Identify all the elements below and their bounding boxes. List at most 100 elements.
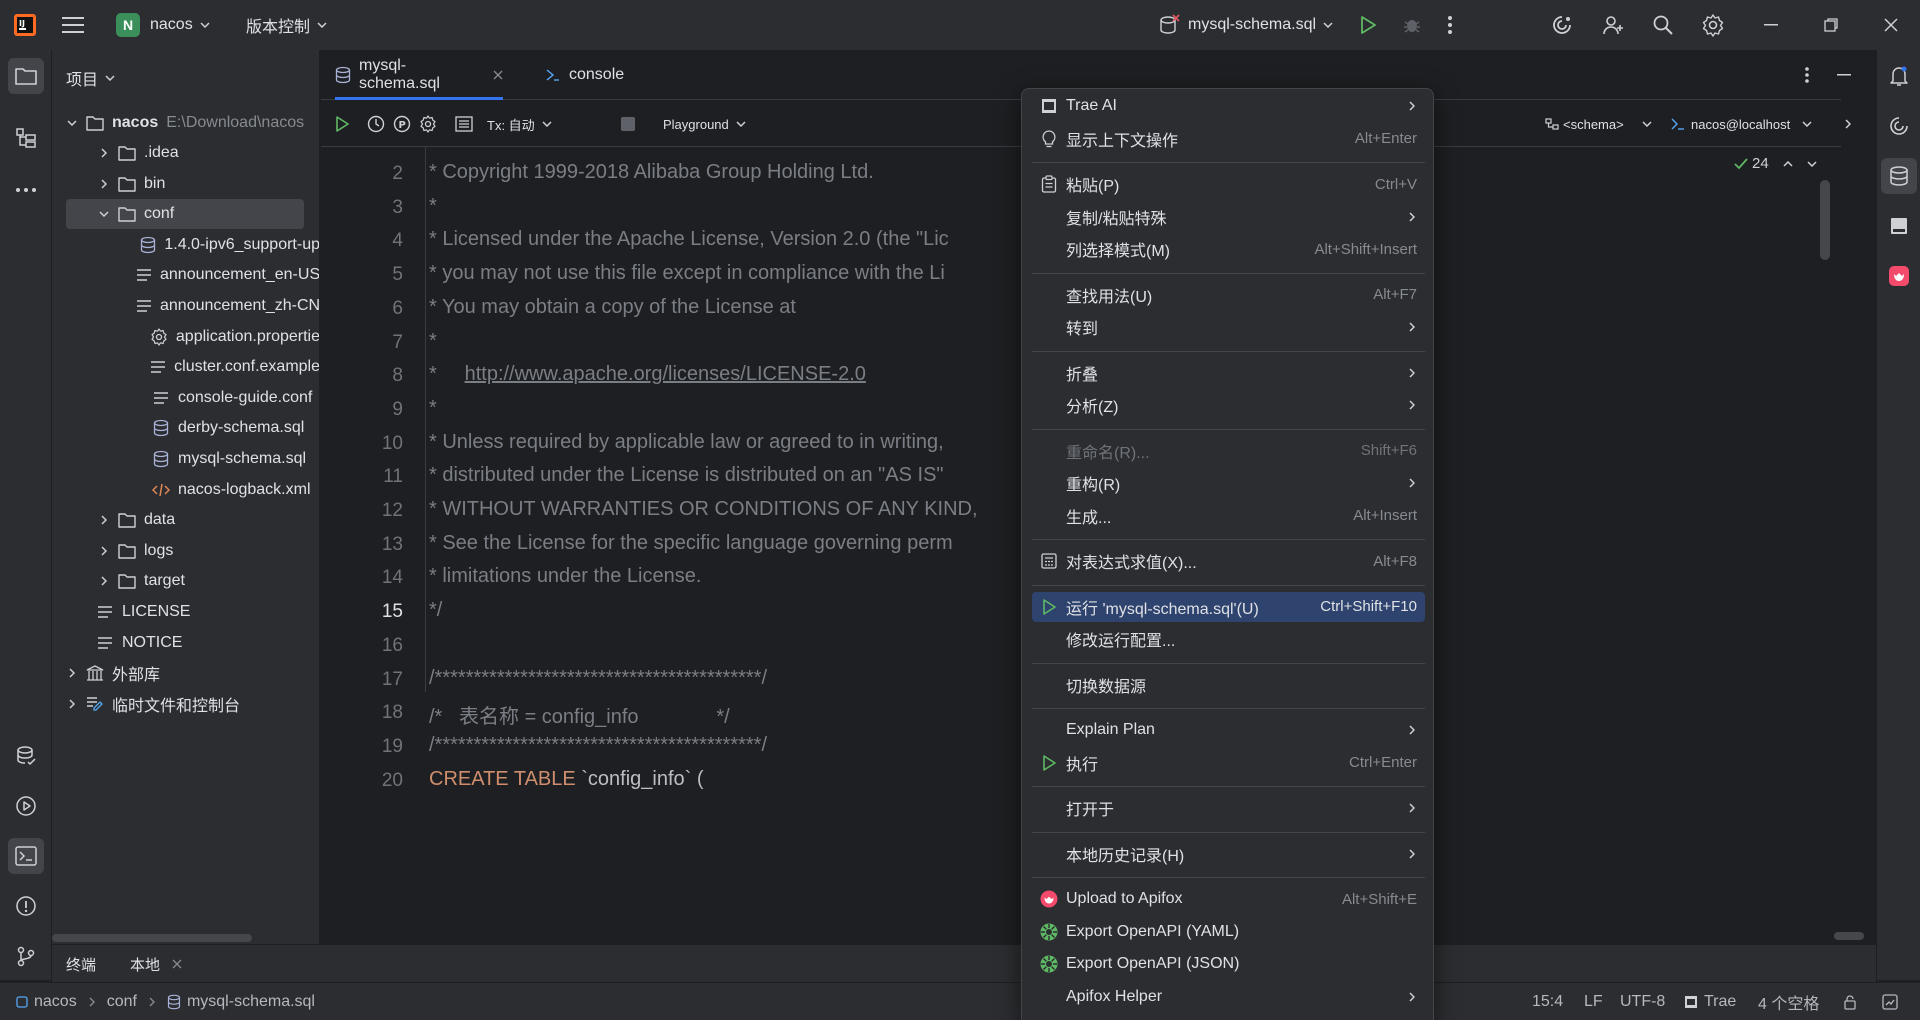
breadcrumb-item[interactable]: nacos	[34, 993, 77, 1011]
tree-item[interactable]: LICENSE	[52, 597, 319, 627]
tree-item[interactable]: announcement_zh-CN	[52, 291, 319, 321]
debug-icon[interactable]	[1402, 0, 1422, 50]
file-encoding[interactable]: UTF-8	[1620, 983, 1665, 1020]
run-button[interactable]	[1360, 0, 1376, 50]
transaction-mode-select[interactable]: Tx: 自动	[487, 101, 552, 147]
menu-item[interactable]: Trae AI	[1032, 91, 1425, 121]
more-actions-icon[interactable]	[1448, 0, 1452, 50]
add-user-icon[interactable]	[1602, 0, 1624, 50]
tree-item[interactable]: cluster.conf.example	[52, 352, 319, 382]
settings-gear-icon[interactable]	[1701, 0, 1725, 50]
menu-item[interactable]: 与剪贴板比较(B)	[1032, 1014, 1425, 1020]
git-tool-icon[interactable]	[8, 938, 44, 974]
stop-icon[interactable]	[621, 101, 635, 147]
close-window-icon[interactable]	[1884, 0, 1898, 50]
tree-item[interactable]: .idea	[52, 138, 319, 168]
vcs-menu[interactable]: 版本控制	[246, 0, 327, 50]
tab-actions-icon[interactable]	[1805, 50, 1809, 100]
menu-item[interactable]: Upload to Apifox Alt+Shift+E	[1032, 884, 1425, 914]
tab-local[interactable]: 本地	[130, 945, 182, 983]
tree-item[interactable]: conf	[66, 199, 304, 230]
menu-item[interactable]: 列选择模式(M) Alt+Shift+Insert	[1032, 234, 1425, 264]
minimize-window-icon[interactable]	[1764, 0, 1778, 50]
tree-item[interactable]: NOTICE	[52, 628, 319, 658]
tree-item[interactable]: bin	[52, 169, 319, 199]
menu-item[interactable]: 对表达式求值(X)... Alt+F8	[1032, 546, 1425, 576]
tree-item[interactable]: mysql-schema.sql	[52, 444, 319, 474]
run-tool-icon[interactable]	[8, 788, 44, 824]
tree-item[interactable]: target	[52, 566, 319, 596]
app-logo-icon[interactable]: IJ	[14, 0, 36, 50]
menu-item[interactable]: Export OpenAPI (JSON)	[1032, 949, 1425, 979]
tree-item[interactable]: nacos-logback.xml	[52, 475, 319, 505]
menu-item[interactable]: Explain Plan	[1032, 715, 1425, 745]
menu-item[interactable]: Export OpenAPI (YAML)	[1032, 917, 1425, 947]
license-link[interactable]: http://www.apache.org/licenses/LICENSE-2…	[465, 363, 866, 385]
tree-item[interactable]: derby-schema.sql	[52, 413, 319, 443]
menu-item[interactable]: 分析(Z)	[1032, 390, 1425, 420]
bookmark-icon[interactable]	[1881, 208, 1917, 244]
menu-item[interactable]: 切换数据源	[1032, 670, 1425, 700]
layout-icon[interactable]	[455, 101, 473, 147]
tree-root-nacos[interactable]: nacos E:\Download\nacos	[52, 108, 319, 138]
notifications-icon[interactable]	[1881, 58, 1917, 94]
lock-icon[interactable]	[1842, 983, 1858, 1020]
indent-setting[interactable]: 4 个空格	[1758, 983, 1819, 1020]
menu-item[interactable]: Apifox Helper	[1032, 982, 1425, 1012]
collapsed-arrow-icon[interactable]	[96, 515, 112, 525]
database-tool-icon[interactable]	[1881, 158, 1917, 194]
memory-indicator-icon[interactable]	[1882, 983, 1898, 1020]
breadcrumb-item[interactable]: conf	[107, 993, 137, 1011]
caret-position[interactable]: 15:4	[1532, 983, 1563, 1020]
tree-item[interactable]: 1.4.0-ipv6_support-up	[52, 230, 319, 260]
menu-item[interactable]: 生成... Alt+Insert	[1032, 501, 1425, 531]
terminal-tool-icon[interactable]	[8, 838, 44, 874]
tree-item[interactable]: data	[52, 505, 319, 535]
tree-item[interactable]: console-guide.conf	[52, 383, 319, 413]
tab-mysql-schema[interactable]: mysql-schema.sql	[335, 50, 503, 100]
menu-item[interactable]: 查找用法(U) Alt+F7	[1032, 280, 1425, 310]
project-panel-header[interactable]: 项目	[66, 66, 115, 90]
menu-item[interactable]: 粘贴(P) Ctrl+V	[1032, 169, 1425, 199]
chevron-up-icon[interactable]	[1783, 160, 1793, 167]
menu-item[interactable]: 复制/粘贴特殊	[1032, 202, 1425, 232]
profile-icon[interactable]: P	[393, 101, 411, 147]
services-tool-icon[interactable]	[8, 738, 44, 774]
menu-item[interactable]: 折叠	[1032, 358, 1425, 388]
execute-icon[interactable]	[335, 101, 349, 147]
collapsed-arrow-icon[interactable]	[96, 576, 112, 586]
apifox-icon[interactable]	[1881, 258, 1917, 294]
menu-item[interactable]: 执行 Ctrl+Enter	[1032, 748, 1425, 778]
collapsed-arrow-icon[interactable]	[64, 699, 80, 709]
run-config-selector[interactable]: mysql-schema.sql	[1160, 0, 1333, 50]
main-menu-icon[interactable]	[62, 0, 84, 50]
chevron-right-icon[interactable]	[1845, 101, 1851, 147]
tree-item[interactable]: 外部库	[52, 658, 319, 688]
menu-item[interactable]: 打开于	[1032, 793, 1425, 823]
collapsed-arrow-icon[interactable]	[96, 179, 112, 189]
menu-item[interactable]: 本地历史记录(H)	[1032, 839, 1425, 869]
more-tools-icon[interactable]	[8, 172, 44, 208]
history-icon[interactable]	[367, 101, 385, 147]
project-tool-icon[interactable]	[8, 58, 44, 94]
datasource-select[interactable]: nacos@localhost	[1671, 101, 1812, 147]
menu-item[interactable]: 重构(R)	[1032, 468, 1425, 498]
project-switcher[interactable]: N nacos	[116, 0, 210, 50]
restore-window-icon[interactable]	[1824, 0, 1838, 50]
collapsed-arrow-icon[interactable]	[96, 148, 112, 158]
tree-item[interactable]: application.propertie	[52, 322, 319, 352]
close-tab-icon[interactable]	[172, 959, 182, 969]
playground-select[interactable]: Playground	[663, 101, 746, 147]
expanded-arrow-icon[interactable]	[64, 120, 80, 126]
menu-item[interactable]: 修改运行配置...	[1032, 624, 1425, 654]
inspections-widget[interactable]: 24	[1734, 155, 1817, 172]
close-tab-icon[interactable]	[493, 70, 503, 80]
chevron-down-icon[interactable]	[1807, 160, 1817, 167]
structure-tool-icon[interactable]	[8, 120, 44, 156]
problems-tool-icon[interactable]	[8, 888, 44, 924]
breadcrumb-item[interactable]: mysql-schema.sql	[187, 993, 315, 1011]
menu-item[interactable]: 运行 'mysql-schema.sql'(U) Ctrl+Shift+F10	[1032, 591, 1425, 622]
line-separator[interactable]: LF	[1584, 983, 1603, 1020]
tab-console[interactable]: console	[545, 50, 624, 100]
ai-assistant-icon[interactable]	[1551, 0, 1573, 50]
